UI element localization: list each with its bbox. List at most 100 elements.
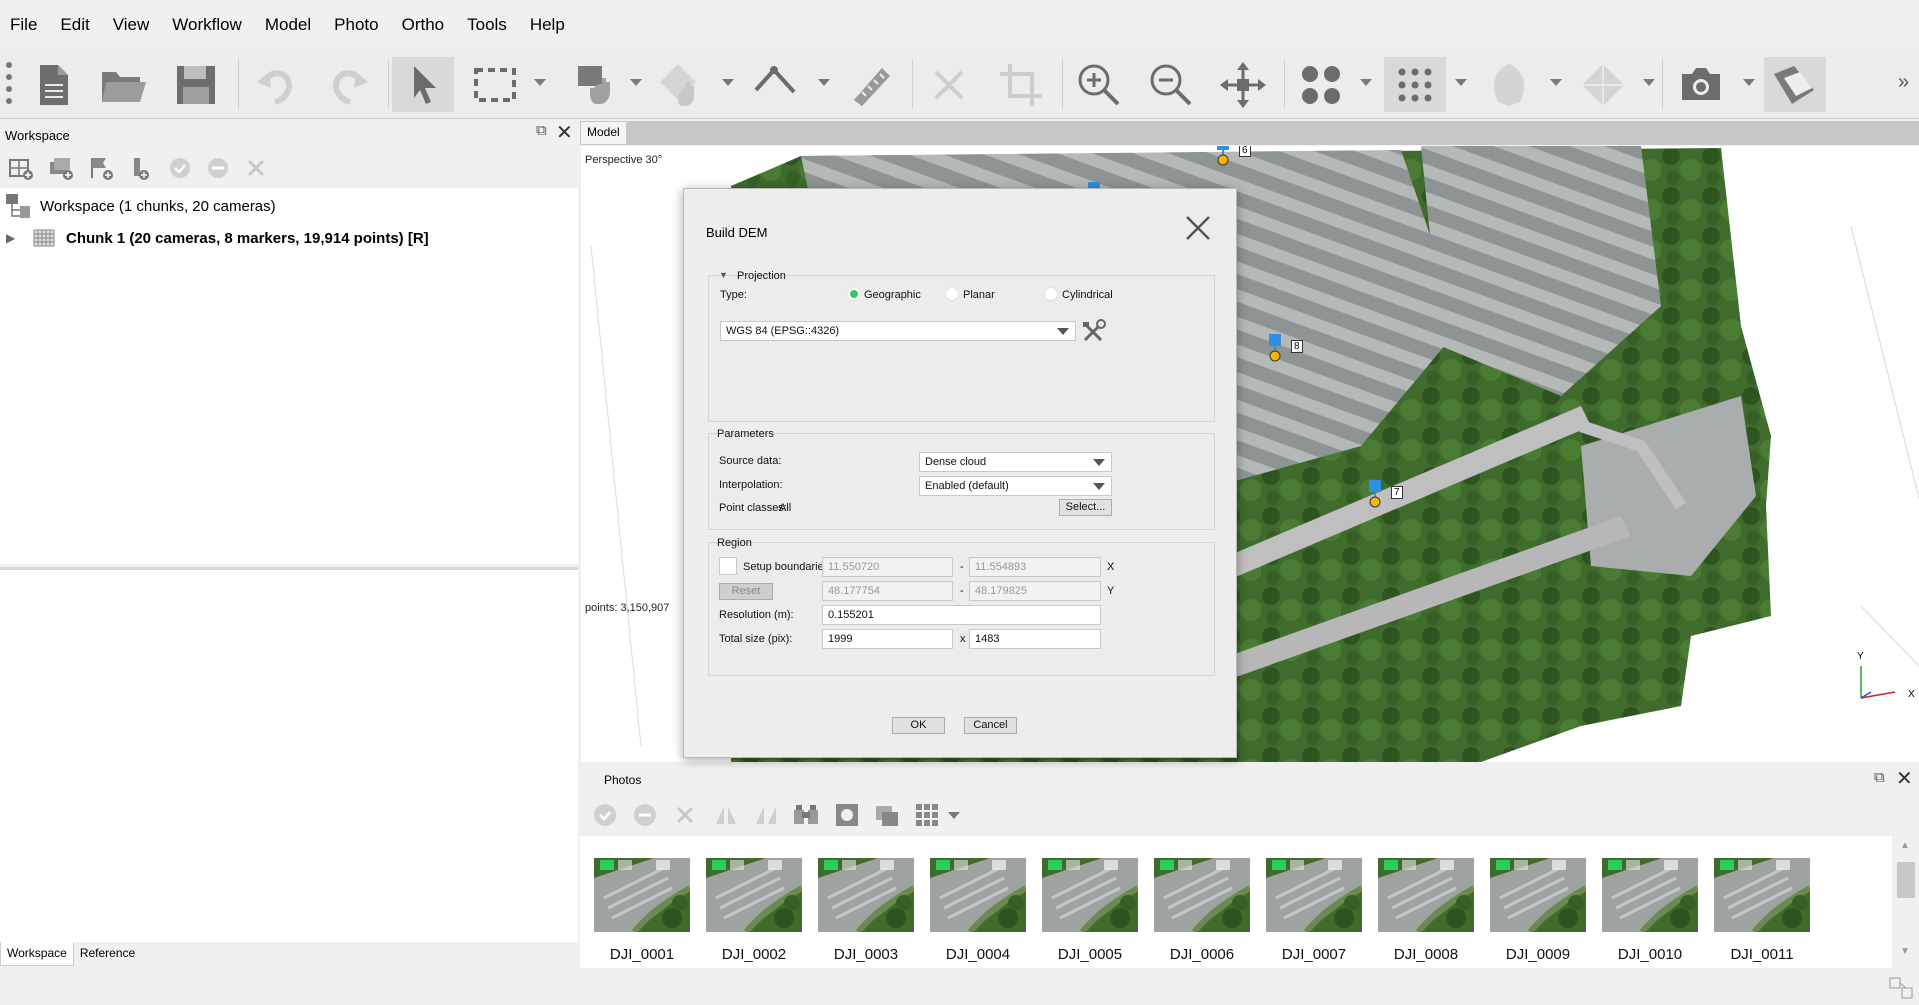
menu-photo[interactable]: Photo xyxy=(334,15,378,35)
photo-thumbnail[interactable] xyxy=(1154,858,1250,932)
chevron-down-icon[interactable] xyxy=(1743,79,1755,86)
close-panel-icon[interactable]: ✕ xyxy=(1896,766,1913,791)
remove-x-icon[interactable] xyxy=(672,802,698,828)
zoom-out-button[interactable] xyxy=(1140,57,1202,112)
reset-button[interactable]: Reset xyxy=(719,583,773,600)
menu-model[interactable]: Model xyxy=(265,15,311,35)
ortho-view-button[interactable] xyxy=(1764,57,1826,112)
chunk-item[interactable]: ▶ Chunk 1 (20 cameras, 8 markers, 19,914… xyxy=(6,228,429,248)
photo-thumbnail[interactable] xyxy=(1714,858,1810,932)
y-min-field[interactable]: 48.177754 xyxy=(822,581,953,601)
ok-button[interactable]: OK xyxy=(892,717,945,734)
radio-cylindrical[interactable] xyxy=(1044,287,1058,301)
crop-button[interactable] xyxy=(990,57,1052,112)
scroll-up-icon[interactable]: ▲ xyxy=(1900,840,1910,851)
delete-selection-button[interactable] xyxy=(918,57,980,112)
capture-view-button[interactable] xyxy=(1670,57,1732,112)
disable-minus-icon[interactable] xyxy=(632,802,658,828)
x-max-field[interactable]: 11.554893 xyxy=(969,557,1101,577)
polygon-tool-button[interactable] xyxy=(650,57,712,112)
save-button[interactable] xyxy=(165,57,227,112)
cancel-button[interactable]: Cancel xyxy=(964,717,1017,734)
y-max-field[interactable]: 48.179825 xyxy=(969,581,1101,601)
photo-thumbnail[interactable] xyxy=(1042,858,1138,932)
chevron-down-icon[interactable] xyxy=(534,79,546,86)
close-icon[interactable] xyxy=(1184,214,1212,242)
open-folder-button[interactable] xyxy=(92,57,154,112)
photo-thumbnail[interactable] xyxy=(1490,858,1586,932)
interpolation-dropdown[interactable]: Enabled (default) xyxy=(919,476,1112,496)
marker-7[interactable]: 7 xyxy=(1369,474,1405,511)
tools-settings-icon[interactable] xyxy=(1081,318,1109,344)
measure-button[interactable] xyxy=(840,57,902,112)
marker-6[interactable]: 6 xyxy=(1217,146,1253,169)
dense-cloud-button[interactable] xyxy=(1478,57,1540,112)
show-cameras-button[interactable] xyxy=(1290,57,1352,112)
float-panel-icon[interactable]: ⧉ xyxy=(536,122,547,139)
zoom-in-button[interactable] xyxy=(1068,57,1130,112)
resolution-field[interactable]: 0.155201 xyxy=(822,605,1101,625)
model-shaded-button[interactable] xyxy=(1572,57,1634,112)
workspace-root-item[interactable]: Workspace (1 chunks, 20 cameras) xyxy=(4,192,276,220)
enable-check-icon[interactable] xyxy=(592,802,618,828)
setup-boundaries-checkbox[interactable] xyxy=(719,557,737,575)
photo-thumbnail[interactable] xyxy=(1602,858,1698,932)
tab-model[interactable]: Model xyxy=(581,122,626,144)
chevron-down-icon[interactable] xyxy=(1360,79,1372,86)
remove-x-icon[interactable] xyxy=(244,156,268,180)
enable-check-icon[interactable] xyxy=(168,156,192,180)
redo-button[interactable] xyxy=(318,57,380,112)
scroll-down-icon[interactable]: ▼ xyxy=(1900,946,1910,957)
shape-tool-button[interactable] xyxy=(566,57,628,112)
resize-grip-icon[interactable] xyxy=(1888,976,1914,1000)
menu-edit[interactable]: Edit xyxy=(60,15,89,35)
photo-thumbnail[interactable] xyxy=(818,858,914,932)
reset-view-button[interactable] xyxy=(1212,57,1274,112)
photo-thumbnail[interactable] xyxy=(594,858,690,932)
marker-8[interactable]: 8 xyxy=(1269,328,1305,365)
chevron-down-icon[interactable] xyxy=(630,79,642,86)
menu-ortho[interactable]: Ortho xyxy=(402,15,445,35)
tab-reference[interactable]: Reference xyxy=(74,942,141,966)
chevron-down-icon[interactable] xyxy=(1550,79,1562,86)
radio-geographic[interactable] xyxy=(847,287,861,301)
collapse-arrow-icon[interactable]: ▼ xyxy=(719,270,728,280)
menu-tools[interactable]: Tools xyxy=(467,15,507,35)
photo-thumbnail[interactable] xyxy=(1378,858,1474,932)
tab-workspace[interactable]: Workspace xyxy=(0,942,74,966)
thumbnail-grid-icon[interactable] xyxy=(914,802,940,828)
add-chunk-icon[interactable] xyxy=(8,156,34,180)
chevron-down-icon[interactable] xyxy=(1643,79,1655,86)
add-marker-icon[interactable] xyxy=(88,156,114,180)
chevron-down-icon[interactable] xyxy=(948,811,960,819)
menu-view[interactable]: View xyxy=(113,15,150,35)
point-cloud-button[interactable] xyxy=(1384,57,1446,112)
radio-planar[interactable] xyxy=(945,287,959,301)
rectangle-selection-button[interactable] xyxy=(464,57,526,112)
close-panel-icon[interactable]: ✕ xyxy=(556,120,573,145)
photo-thumbnail[interactable] xyxy=(1266,858,1362,932)
scroll-thumb[interactable] xyxy=(1897,862,1915,898)
chevron-down-icon[interactable] xyxy=(722,79,734,86)
menu-file[interactable]: File xyxy=(10,15,37,35)
ruler-tool-button[interactable] xyxy=(744,57,806,112)
binoculars-icon[interactable] xyxy=(792,802,820,828)
menu-workflow[interactable]: Workflow xyxy=(172,15,242,35)
undo-button[interactable] xyxy=(245,57,307,112)
mask-icon[interactable] xyxy=(834,802,860,828)
chevron-down-icon[interactable] xyxy=(818,79,830,86)
view-stack-icon[interactable] xyxy=(874,802,900,828)
float-panel-icon[interactable]: ⧉ xyxy=(1874,769,1885,786)
menu-help[interactable]: Help xyxy=(530,15,565,35)
expand-arrow-icon[interactable]: ▶ xyxy=(6,231,26,245)
select-classes-button[interactable]: Select... xyxy=(1059,499,1112,516)
toolbar-overflow-icon[interactable]: » xyxy=(1898,71,1909,94)
disable-minus-icon[interactable] xyxy=(206,156,230,180)
navigation-tool-button[interactable] xyxy=(392,57,454,112)
height-field[interactable]: 1483 xyxy=(969,629,1101,649)
width-field[interactable]: 1999 xyxy=(822,629,953,649)
new-document-button[interactable] xyxy=(22,57,84,112)
x-min-field[interactable]: 11.550720 xyxy=(822,557,953,577)
rotate-right-icon[interactable] xyxy=(752,802,778,828)
add-scalebar-icon[interactable] xyxy=(128,156,154,180)
